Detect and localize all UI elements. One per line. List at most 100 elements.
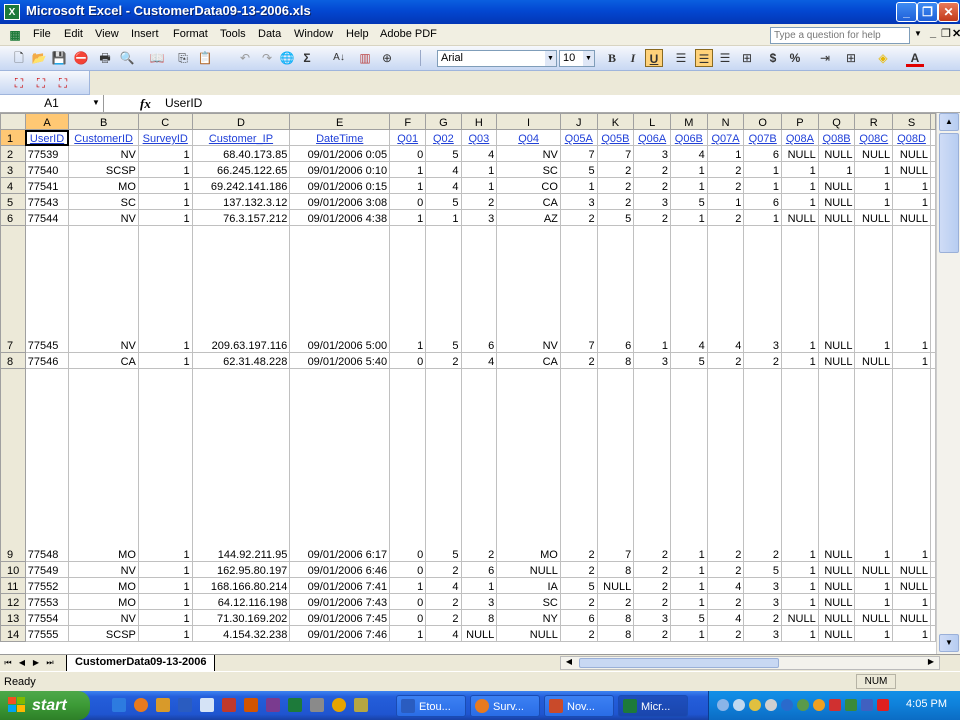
menu-help[interactable]: Help bbox=[346, 28, 369, 40]
header-cell[interactable]: SurveyID bbox=[137, 129, 193, 146]
cell[interactable]: 2 bbox=[706, 352, 745, 369]
cell[interactable] bbox=[930, 625, 936, 642]
cell[interactable]: 1 bbox=[669, 209, 708, 226]
cell[interactable]: 09/01/2006 6:46 bbox=[289, 561, 391, 578]
column-header-a[interactable]: A bbox=[24, 113, 70, 130]
cell[interactable]: 5 bbox=[425, 193, 462, 210]
task-button-nov[interactable]: Nov... bbox=[544, 695, 614, 717]
task-button-etou[interactable]: Etou... bbox=[396, 695, 466, 717]
cell[interactable]: 1 bbox=[669, 561, 708, 578]
header-cell[interactable]: Q07A bbox=[706, 129, 745, 146]
bold-button[interactable]: B bbox=[603, 49, 621, 67]
cell[interactable]: NV bbox=[68, 145, 139, 162]
cell[interactable]: NULL bbox=[854, 609, 894, 626]
cell[interactable]: 09/01/2006 0:05 bbox=[289, 145, 391, 162]
cell[interactable]: NULL bbox=[460, 625, 498, 642]
zoom-icon[interactable]: ⊕ bbox=[378, 49, 396, 67]
cell[interactable]: 168.166.80.214 bbox=[191, 577, 291, 594]
cell[interactable]: 2 bbox=[559, 593, 598, 610]
cell[interactable]: 6 bbox=[596, 225, 635, 353]
cell[interactable]: 77555 bbox=[24, 625, 70, 642]
horizontal-scrollbar[interactable]: ◀ ▶ bbox=[560, 656, 940, 670]
cell[interactable]: 1 bbox=[137, 193, 193, 210]
cell[interactable]: 3 bbox=[633, 193, 671, 210]
cell[interactable]: 1 bbox=[892, 352, 931, 369]
last-sheet-icon[interactable]: ⏭ bbox=[44, 656, 56, 670]
cell[interactable]: NV bbox=[496, 225, 561, 353]
row-header-12[interactable]: 12 bbox=[0, 593, 26, 610]
task-button-surv[interactable]: Surv... bbox=[470, 695, 540, 717]
row-header-5[interactable]: 5 bbox=[0, 193, 26, 210]
cell[interactable]: 1 bbox=[669, 368, 708, 562]
cell[interactable]: 0 bbox=[389, 609, 427, 626]
cell[interactable]: 2 bbox=[596, 593, 635, 610]
cell[interactable]: 1 bbox=[817, 161, 856, 178]
hyperlink-icon[interactable]: 🌐 bbox=[278, 49, 296, 67]
column-header-k[interactable]: K bbox=[596, 113, 635, 130]
network-icon[interactable] bbox=[717, 699, 729, 711]
cell[interactable]: 1 bbox=[781, 177, 819, 194]
cell[interactable]: 1 bbox=[781, 625, 819, 642]
cell[interactable]: 3 bbox=[743, 593, 783, 610]
next-sheet-icon[interactable]: ▶ bbox=[30, 656, 42, 670]
cell[interactable]: NULL bbox=[854, 145, 894, 162]
column-header-p[interactable]: P bbox=[781, 113, 819, 130]
new-icon[interactable]: 🗋 bbox=[10, 49, 28, 67]
cell[interactable]: NULL bbox=[817, 593, 856, 610]
cell[interactable]: NULL bbox=[892, 577, 931, 594]
column-header-q[interactable]: Q bbox=[817, 113, 856, 130]
folder-icon[interactable] bbox=[156, 698, 170, 712]
menu-file[interactable]: File bbox=[33, 28, 51, 40]
header-cell[interactable]: Q04 bbox=[496, 129, 561, 146]
cell[interactable]: 1 bbox=[389, 161, 427, 178]
row-header-13[interactable]: 13 bbox=[0, 609, 26, 626]
cell[interactable]: 4 bbox=[425, 577, 462, 594]
cell[interactable]: 2 bbox=[706, 593, 745, 610]
cell[interactable]: CA bbox=[68, 352, 139, 369]
column-header-l[interactable]: L bbox=[633, 113, 671, 130]
cell[interactable]: 2 bbox=[743, 368, 783, 562]
cell[interactable]: 1 bbox=[854, 177, 894, 194]
cell[interactable]: SC bbox=[68, 193, 139, 210]
pdf-review-icon[interactable]: ⛶ bbox=[54, 74, 72, 92]
cell[interactable]: CA bbox=[496, 193, 561, 210]
cell[interactable]: 1 bbox=[669, 625, 708, 642]
cell[interactable]: 09/01/2006 7:41 bbox=[289, 577, 391, 594]
sort-ascending-icon[interactable]: A↓ bbox=[330, 49, 348, 67]
cell[interactable] bbox=[930, 593, 936, 610]
cell[interactable]: 09/01/2006 7:43 bbox=[289, 593, 391, 610]
cell[interactable]: NV bbox=[68, 225, 139, 353]
notepad-icon[interactable] bbox=[200, 698, 214, 712]
cell[interactable]: SCSP bbox=[68, 161, 139, 178]
cell[interactable] bbox=[930, 368, 936, 562]
cell[interactable] bbox=[930, 577, 936, 594]
column-header-h[interactable]: H bbox=[460, 113, 498, 130]
cell[interactable]: 77540 bbox=[24, 161, 70, 178]
row-header-1[interactable]: 1 bbox=[0, 129, 26, 146]
cell[interactable]: NULL bbox=[817, 193, 856, 210]
cell[interactable]: 77549 bbox=[24, 561, 70, 578]
header-cell[interactable]: UserID bbox=[24, 129, 70, 146]
column-header-n[interactable]: N bbox=[706, 113, 745, 130]
cell[interactable]: 64.12.116.198 bbox=[191, 593, 291, 610]
cell[interactable]: 1 bbox=[781, 593, 819, 610]
cell[interactable]: NULL bbox=[817, 225, 856, 353]
cell[interactable]: 1 bbox=[854, 193, 894, 210]
cell[interactable]: 6 bbox=[559, 609, 598, 626]
align-right-icon[interactable]: ☰ bbox=[716, 49, 734, 67]
cell[interactable]: 71.30.169.202 bbox=[191, 609, 291, 626]
maximize-button[interactable]: ❐ bbox=[917, 2, 938, 22]
cell[interactable]: 77554 bbox=[24, 609, 70, 626]
select-all-corner[interactable] bbox=[0, 113, 26, 130]
cell[interactable]: 0 bbox=[389, 352, 427, 369]
cell[interactable]: 7 bbox=[596, 368, 635, 562]
cell[interactable]: 1 bbox=[669, 177, 708, 194]
cell[interactable]: 5 bbox=[559, 161, 598, 178]
font-name-select[interactable]: Arial ▼ bbox=[437, 50, 557, 67]
cell[interactable]: 3 bbox=[633, 145, 671, 162]
name-box[interactable]: A1 bbox=[0, 95, 104, 112]
cell[interactable]: 69.242.141.186 bbox=[191, 177, 291, 194]
cell[interactable]: 09/01/2006 7:45 bbox=[289, 609, 391, 626]
cell[interactable]: 1 bbox=[137, 209, 193, 226]
cell[interactable]: 2 bbox=[460, 368, 498, 562]
